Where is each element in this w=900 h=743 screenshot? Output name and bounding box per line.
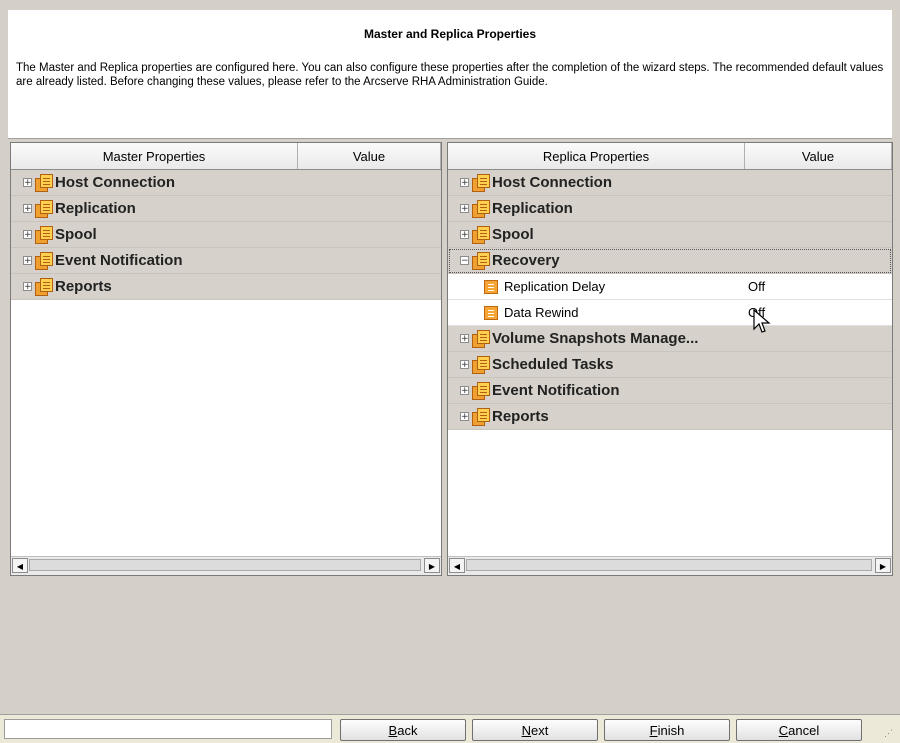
- property-group-icon: [35, 226, 53, 244]
- next-button[interactable]: Next: [472, 719, 598, 741]
- cancel-mnemonic: C: [778, 722, 789, 738]
- expand-icon[interactable]: +: [460, 360, 469, 370]
- master-grid-header: Master Properties Value: [11, 143, 441, 170]
- scroll-left-icon[interactable]: ◀: [449, 558, 465, 573]
- property-group-icon: [472, 226, 490, 244]
- property-value[interactable]: Off: [748, 279, 765, 294]
- property-group-icon: [35, 278, 53, 296]
- scrollbar-thumb[interactable]: [466, 559, 872, 571]
- expand-icon[interactable]: +: [23, 256, 32, 266]
- property-group-icon: [472, 200, 490, 218]
- group-label: Host Connection: [55, 174, 175, 191]
- replica-group-reports[interactable]: + Reports: [448, 404, 892, 430]
- wizard-frame: Master and Replica Properties The Master…: [0, 0, 900, 743]
- finish-button[interactable]: Finish: [604, 719, 730, 741]
- master-horizontal-scrollbar[interactable]: ◀ ▶: [11, 556, 441, 575]
- group-label: Spool: [492, 226, 534, 243]
- group-label: Recovery: [492, 252, 560, 269]
- expand-icon[interactable]: +: [23, 282, 32, 292]
- expand-icon[interactable]: +: [460, 386, 469, 396]
- replica-group-event-notification[interactable]: + Event Notification: [448, 378, 892, 404]
- group-label: Replication: [55, 200, 136, 217]
- property-group-icon: [472, 356, 490, 374]
- replica-grid-header: Replica Properties Value: [448, 143, 892, 170]
- resize-grip-icon[interactable]: ⋰: [884, 728, 896, 740]
- page-description: The Master and Replica properties are co…: [16, 62, 884, 88]
- property-group-icon: [472, 408, 490, 426]
- master-rows: + Host Connection + Replication + Spool …: [11, 170, 441, 300]
- back-mnemonic: B: [388, 722, 398, 738]
- status-bar: [4, 719, 332, 739]
- back-label: ack: [397, 722, 418, 738]
- expand-icon[interactable]: +: [460, 412, 469, 422]
- replica-horizontal-scrollbar[interactable]: ◀ ▶: [448, 556, 892, 575]
- replica-properties-column-header[interactable]: Replica Properties: [448, 143, 745, 169]
- replica-group-replication[interactable]: + Replication: [448, 196, 892, 222]
- master-value-column-header[interactable]: Value: [298, 143, 441, 169]
- next-label: ext: [531, 722, 549, 738]
- group-label: Event Notification: [55, 252, 183, 269]
- group-label: Host Connection: [492, 174, 612, 191]
- group-label: Replication: [492, 200, 573, 217]
- group-label: Event Notification: [492, 382, 620, 399]
- property-label: Replication Delay: [504, 279, 606, 294]
- wizard-footer: Back Next Finish Cancel ⋰: [0, 714, 900, 743]
- master-group-host-connection[interactable]: + Host Connection: [11, 170, 441, 196]
- replica-properties-grid[interactable]: Replica Properties Value + Host Connecti…: [447, 142, 893, 576]
- master-properties-grid[interactable]: Master Properties Value + Host Connectio…: [10, 142, 442, 576]
- master-properties-column-header[interactable]: Master Properties: [11, 143, 298, 169]
- master-group-reports[interactable]: + Reports: [11, 274, 441, 300]
- finish-mnemonic: F: [649, 722, 658, 738]
- cancel-label: ancel: [788, 722, 820, 738]
- property-sheet-icon: [484, 305, 498, 320]
- group-label: Volume Snapshots Manage...: [492, 330, 699, 347]
- wizard-header: Master and Replica Properties The Master…: [8, 10, 892, 139]
- property-group-icon: [35, 200, 53, 218]
- property-group-icon: [472, 382, 490, 400]
- replica-rows: + Host Connection + Replication + Spool …: [448, 170, 892, 430]
- expand-icon[interactable]: +: [23, 230, 32, 240]
- master-group-event-notification[interactable]: + Event Notification: [11, 248, 441, 274]
- expand-icon[interactable]: +: [460, 230, 469, 240]
- expand-icon[interactable]: +: [460, 178, 469, 188]
- replica-value-column-header[interactable]: Value: [745, 143, 892, 169]
- cancel-button[interactable]: Cancel: [736, 719, 862, 741]
- property-sheet-icon: [484, 279, 498, 294]
- replica-group-scheduled-tasks[interactable]: + Scheduled Tasks: [448, 352, 892, 378]
- mouse-cursor-icon: [753, 309, 771, 333]
- replica-group-recovery[interactable]: − Recovery: [448, 248, 892, 274]
- group-label: Scheduled Tasks: [492, 356, 614, 373]
- group-label: Reports: [492, 408, 549, 425]
- property-group-icon: [35, 252, 53, 270]
- expand-icon[interactable]: +: [460, 204, 469, 214]
- expand-icon[interactable]: +: [460, 334, 469, 344]
- back-button[interactable]: Back: [340, 719, 466, 741]
- expand-icon[interactable]: +: [23, 204, 32, 214]
- group-label: Reports: [55, 278, 112, 295]
- property-group-icon: [35, 174, 53, 192]
- scroll-right-icon[interactable]: ▶: [424, 558, 440, 573]
- scrollbar-thumb[interactable]: [29, 559, 421, 571]
- scroll-left-icon[interactable]: ◀: [12, 558, 28, 573]
- scroll-right-icon[interactable]: ▶: [875, 558, 891, 573]
- page-title: Master and Replica Properties: [363, 27, 537, 41]
- finish-label: inish: [657, 722, 685, 738]
- group-label: Spool: [55, 226, 97, 243]
- collapse-icon[interactable]: −: [460, 256, 469, 266]
- master-group-spool[interactable]: + Spool: [11, 222, 441, 248]
- property-group-icon: [472, 330, 490, 348]
- property-label: Data Rewind: [504, 305, 579, 320]
- property-row-data-rewind[interactable]: Data Rewind Off: [448, 300, 892, 326]
- replica-group-spool[interactable]: + Spool: [448, 222, 892, 248]
- expand-icon[interactable]: +: [23, 178, 32, 188]
- property-group-icon: [472, 174, 490, 192]
- master-group-replication[interactable]: + Replication: [11, 196, 441, 222]
- next-mnemonic: N: [521, 722, 532, 738]
- property-row-replication-delay[interactable]: Replication Delay Off: [448, 274, 892, 300]
- replica-group-volume-snapshots[interactable]: + Volume Snapshots Manage...: [448, 326, 892, 352]
- replica-group-host-connection[interactable]: + Host Connection: [448, 170, 892, 196]
- property-group-icon: [472, 252, 490, 270]
